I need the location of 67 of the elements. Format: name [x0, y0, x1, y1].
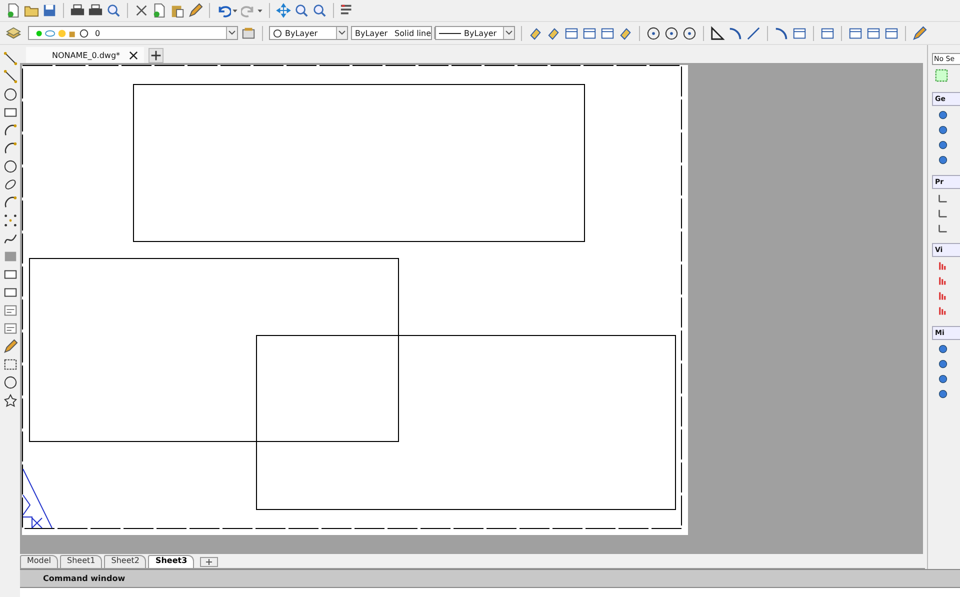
- zoom-page-icon[interactable]: [106, 3, 121, 18]
- caret-icon[interactable]: [338, 29, 346, 37]
- chart-icon: [938, 275, 948, 287]
- circle-icon[interactable]: [664, 26, 679, 40]
- line-icon[interactable]: [746, 26, 761, 40]
- circle-icon: [938, 343, 948, 355]
- new-tab-icon[interactable]: [148, 48, 164, 63]
- ucs-axis-icon: [22, 468, 52, 528]
- pencil-icon[interactable]: [912, 26, 927, 40]
- layout-tab[interactable]: Sheet2: [104, 555, 146, 568]
- quick-select-icon[interactable]: [934, 68, 949, 83]
- circle-icon: [938, 388, 948, 400]
- command-input-field[interactable]: [20, 588, 960, 597]
- chart-icon: [938, 260, 948, 272]
- linetype-dropdown[interactable]: ByLayer Solid line: [351, 26, 432, 40]
- chart-icon: [938, 290, 948, 302]
- pencil-icon[interactable]: [2, 339, 18, 354]
- layer-manager-icon[interactable]: [6, 26, 21, 40]
- caret-icon[interactable]: [505, 29, 513, 37]
- arc-icon[interactable]: [2, 195, 18, 210]
- color-dropdown[interactable]: ByLayer: [269, 26, 348, 40]
- chart-icon: [938, 305, 948, 317]
- undo-icon[interactable]: [216, 3, 231, 18]
- command-window-title: Command window: [20, 569, 960, 588]
- arc-icon[interactable]: [2, 123, 18, 138]
- pencil-icon[interactable]: [188, 3, 203, 18]
- document-tab[interactable]: NONAME_0.dwg*: [26, 47, 144, 63]
- circle-icon: [938, 358, 948, 370]
- line-icon[interactable]: [2, 51, 18, 66]
- rectangle-icon[interactable]: [582, 26, 597, 40]
- caret-icon[interactable]: [228, 29, 236, 37]
- circle-icon[interactable]: [2, 87, 18, 102]
- circle-icon[interactable]: [646, 26, 661, 40]
- lineweight-dropdown[interactable]: ByLayer: [435, 26, 515, 40]
- save-icon[interactable]: [42, 3, 57, 18]
- layout-tab[interactable]: Sheet3: [148, 555, 194, 568]
- layout-tab[interactable]: Model: [20, 555, 58, 568]
- circle-icon[interactable]: [682, 26, 697, 40]
- circle-icon[interactable]: [2, 375, 18, 390]
- arc-icon[interactable]: [728, 26, 743, 40]
- pan-icon[interactable]: [276, 3, 291, 18]
- print-preview-icon[interactable]: [88, 3, 103, 18]
- ellipse-icon[interactable]: [2, 177, 18, 192]
- star-icon[interactable]: [2, 393, 18, 408]
- new-file-icon[interactable]: [6, 3, 21, 18]
- text-icon[interactable]: [2, 321, 18, 336]
- arc-icon[interactable]: [774, 26, 789, 40]
- line-icon[interactable]: [2, 69, 18, 84]
- text-icon[interactable]: [2, 303, 18, 318]
- zoom-out-icon[interactable]: [312, 3, 327, 18]
- rectangle-icon[interactable]: [600, 26, 615, 40]
- point-icon[interactable]: [2, 213, 18, 228]
- angle-icon[interactable]: [710, 26, 725, 40]
- selection-icon[interactable]: [2, 357, 18, 372]
- circle-icon: [938, 373, 948, 385]
- paste-icon[interactable]: [170, 3, 185, 18]
- color-swatch-icon: [273, 28, 282, 38]
- circle-icon[interactable]: [2, 159, 18, 174]
- cut-icon[interactable]: [134, 3, 149, 18]
- print-icon[interactable]: [70, 3, 85, 18]
- layer-dropdown[interactable]: 0: [28, 26, 238, 40]
- rectangle-icon[interactable]: [564, 26, 579, 40]
- close-icon[interactable]: [129, 50, 138, 60]
- zoom-in-icon[interactable]: [294, 3, 309, 18]
- layout-tab[interactable]: Sheet1: [60, 555, 102, 568]
- arc-icon[interactable]: [2, 141, 18, 156]
- add-layout-icon[interactable]: [200, 557, 218, 567]
